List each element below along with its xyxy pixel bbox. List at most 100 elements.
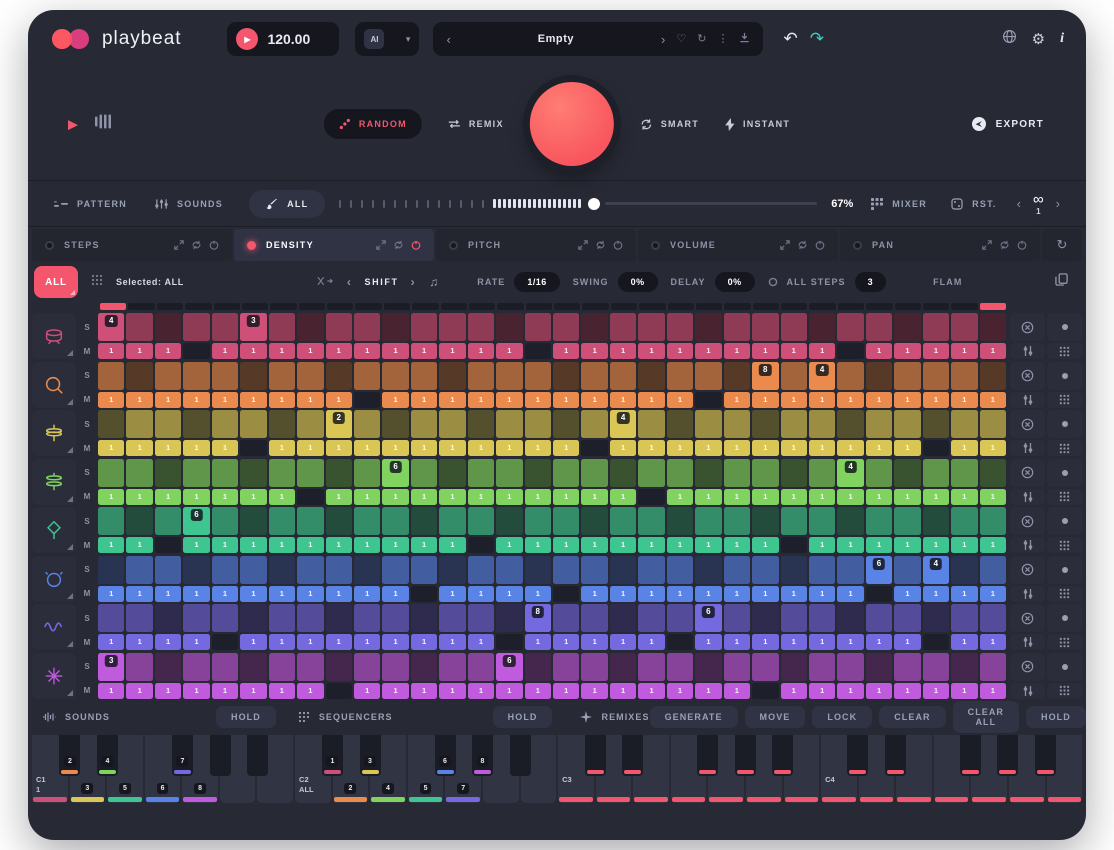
density-step[interactable]: [326, 604, 352, 632]
step-value[interactable]: 1: [581, 392, 607, 408]
power-icon[interactable]: [209, 240, 219, 250]
step-value[interactable]: 1: [866, 634, 892, 650]
density-step[interactable]: [468, 556, 494, 584]
move-button[interactable]: MOVE: [745, 706, 806, 728]
step-value[interactable]: 1: [98, 440, 124, 456]
step-value[interactable]: 1: [525, 634, 551, 650]
track-clear-button[interactable]: [1010, 313, 1045, 341]
power-icon[interactable]: [815, 240, 825, 250]
density-step[interactable]: [724, 604, 750, 632]
piano-black-key[interactable]: [735, 735, 756, 776]
density-step[interactable]: [240, 604, 266, 632]
mute-button[interactable]: M: [84, 683, 91, 699]
density-step[interactable]: [837, 362, 863, 390]
step-value[interactable]: 1: [496, 392, 522, 408]
piano-black-key[interactable]: 6: [435, 735, 456, 776]
step-value[interactable]: 1: [439, 343, 465, 359]
remix-mode-button[interactable]: REMIX: [448, 119, 504, 129]
remix-hold-button[interactable]: HOLD: [1026, 706, 1086, 728]
density-step[interactable]: [695, 507, 721, 535]
density-step[interactable]: [951, 653, 977, 681]
solo-button[interactable]: S: [84, 507, 89, 535]
step-value[interactable]: 1: [439, 392, 465, 408]
step-value[interactable]: 1: [354, 537, 380, 553]
step-value[interactable]: 1: [468, 634, 494, 650]
step-value[interactable]: 1: [695, 440, 721, 456]
step-value[interactable]: [638, 489, 664, 505]
selection-grid-icon[interactable]: [91, 273, 103, 291]
step-value[interactable]: 1: [439, 489, 465, 505]
density-step[interactable]: [382, 313, 408, 341]
piano-black-key[interactable]: 3: [360, 735, 381, 776]
density-step[interactable]: 6: [496, 653, 522, 681]
density-step[interactable]: [354, 604, 380, 632]
step-value[interactable]: 1: [354, 586, 380, 602]
density-step[interactable]: [667, 362, 693, 390]
step-value[interactable]: 1: [610, 489, 636, 505]
step-value[interactable]: 1: [326, 489, 352, 505]
step-value[interactable]: 1: [155, 634, 181, 650]
step-value[interactable]: 1: [326, 586, 352, 602]
density-step[interactable]: [866, 507, 892, 535]
track-random-button[interactable]: [1047, 313, 1082, 341]
step-value[interactable]: 1: [212, 440, 238, 456]
step-value[interactable]: 1: [951, 440, 977, 456]
step-value[interactable]: [496, 634, 522, 650]
density-step[interactable]: 4: [809, 362, 835, 390]
density-step[interactable]: [183, 313, 209, 341]
density-step[interactable]: [837, 653, 863, 681]
step-value[interactable]: 1: [155, 586, 181, 602]
step-value[interactable]: 1: [212, 392, 238, 408]
step-value[interactable]: 1: [439, 537, 465, 553]
density-step[interactable]: [496, 556, 522, 584]
step-value[interactable]: 1: [269, 392, 295, 408]
step-value[interactable]: 1: [525, 440, 551, 456]
step-value[interactable]: 1: [894, 683, 920, 699]
step-value[interactable]: 1: [382, 343, 408, 359]
density-step[interactable]: [894, 362, 920, 390]
step-value[interactable]: 1: [354, 683, 380, 699]
step-value[interactable]: 1: [809, 586, 835, 602]
tab-pan[interactable]: PAN: [840, 229, 1040, 261]
solo-button[interactable]: S: [84, 604, 89, 632]
step-value[interactable]: 1: [240, 392, 266, 408]
step-value[interactable]: 1: [581, 537, 607, 553]
track-random-button[interactable]: [1047, 653, 1082, 681]
step-value[interactable]: 1: [240, 634, 266, 650]
steps-amount-slider[interactable]: [339, 198, 817, 210]
density-step[interactable]: [695, 653, 721, 681]
sequencers-section-label[interactable]: SEQUENCERS: [298, 711, 393, 723]
density-step[interactable]: [354, 507, 380, 535]
density-step[interactable]: [610, 459, 636, 487]
step-value[interactable]: 1: [326, 343, 352, 359]
step-value[interactable]: [667, 634, 693, 650]
step-value[interactable]: 1: [809, 343, 835, 359]
density-step[interactable]: [354, 653, 380, 681]
solo-button[interactable]: S: [84, 362, 89, 390]
density-step[interactable]: [183, 410, 209, 438]
step-value[interactable]: 1: [667, 489, 693, 505]
density-step[interactable]: [695, 410, 721, 438]
density-step[interactable]: [581, 313, 607, 341]
delay-value[interactable]: 0%: [715, 272, 755, 292]
density-step[interactable]: [496, 604, 522, 632]
piano-black-key[interactable]: 7: [172, 735, 193, 776]
step-value[interactable]: 1: [297, 392, 323, 408]
density-step[interactable]: [667, 507, 693, 535]
step-value[interactable]: 1: [866, 683, 892, 699]
step-value[interactable]: 1: [212, 537, 238, 553]
shift-left-button[interactable]: ‹: [347, 275, 353, 289]
track-mixer-button[interactable]: [1010, 537, 1045, 553]
density-step[interactable]: [297, 362, 323, 390]
track-random-button[interactable]: [1047, 362, 1082, 390]
undo-button[interactable]: ↶: [783, 29, 797, 49]
step-value[interactable]: 1: [297, 343, 323, 359]
density-step[interactable]: [269, 313, 295, 341]
density-step[interactable]: [553, 604, 579, 632]
density-step[interactable]: [212, 653, 238, 681]
favorite-icon[interactable]: ♡: [676, 34, 686, 45]
step-value[interactable]: 1: [724, 537, 750, 553]
step-value[interactable]: 1: [980, 440, 1006, 456]
density-step[interactable]: [240, 653, 266, 681]
step-value[interactable]: 1: [183, 683, 209, 699]
